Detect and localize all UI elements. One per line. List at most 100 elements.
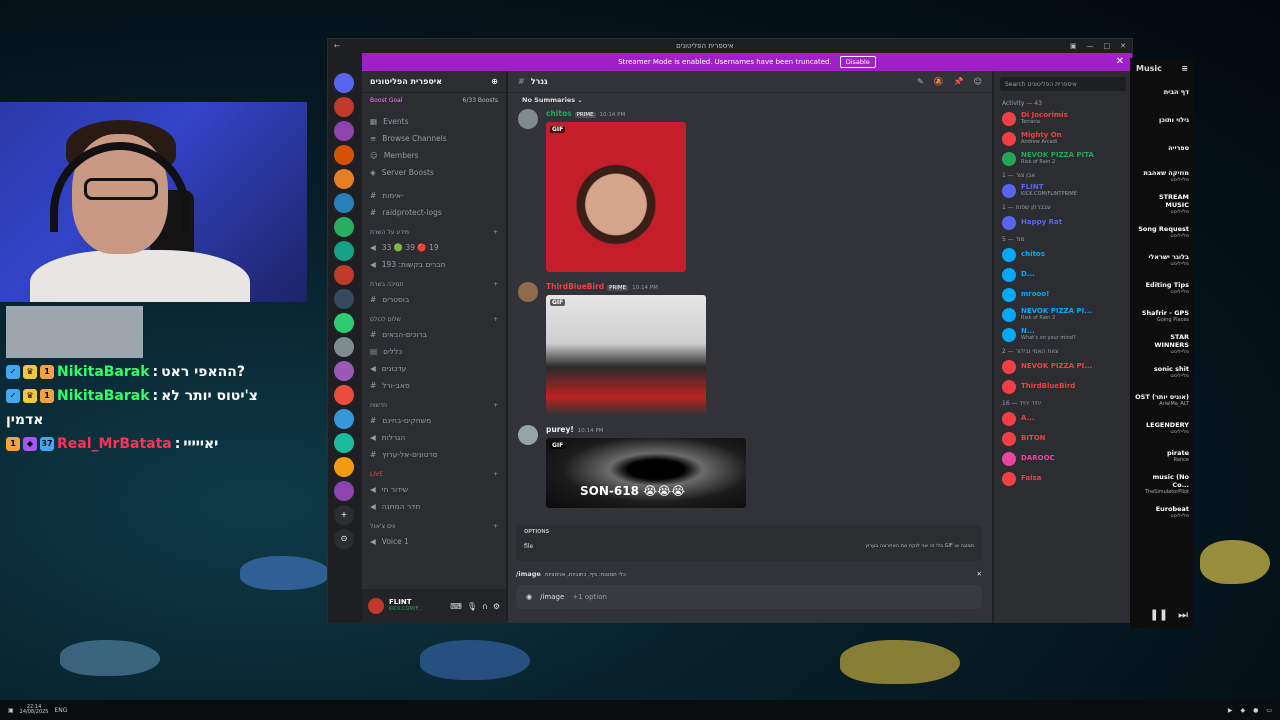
- playlist-item[interactable]: sonic shit פלייליסט: [1130, 358, 1194, 386]
- member-row[interactable]: FLINT KICK.COM/FLINTPRIME: [994, 181, 1132, 201]
- channel-item[interactable]: ◀ עדכונים: [362, 360, 506, 377]
- pin-icon[interactable]: 📌: [954, 77, 964, 86]
- server-icon[interactable]: [334, 289, 354, 309]
- menu-icon[interactable]: ≡: [1181, 64, 1188, 73]
- category[interactable]: שלום לכולם +: [362, 312, 506, 326]
- channel-item[interactable]: ◀ שידור חי: [362, 481, 506, 498]
- member-row[interactable]: NEVOK PIZZA PI...: [994, 357, 1132, 377]
- nav-browse[interactable]: ≡ Browse Channels: [362, 130, 506, 147]
- headphone-icon[interactable]: ∩: [482, 602, 488, 611]
- category[interactable]: חדשות +: [362, 398, 506, 412]
- playlist-item[interactable]: Eurobeat פלייליסט: [1130, 498, 1194, 526]
- plus-icon[interactable]: +: [493, 523, 498, 530]
- category[interactable]: מידע על השרת +: [362, 225, 506, 239]
- server-icon[interactable]: [334, 265, 354, 285]
- server-icon[interactable]: [334, 337, 354, 357]
- threads-icon[interactable]: ✎: [917, 77, 924, 86]
- server-icon[interactable]: [334, 433, 354, 453]
- gear-icon[interactable]: ⚙: [493, 602, 500, 611]
- boost-goal[interactable]: Boost Goal 6/33 Boosts: [362, 93, 506, 107]
- add-member-icon[interactable]: ⊕: [491, 77, 498, 86]
- discover-icon[interactable]: ⊙: [334, 529, 354, 549]
- playlist-item[interactable]: Song Request פלייליסט: [1130, 218, 1194, 246]
- server-icon[interactable]: [334, 217, 354, 237]
- maximize-icon[interactable]: □: [1103, 42, 1110, 50]
- close-icon[interactable]: ✕: [1116, 56, 1124, 67]
- activity-header[interactable]: Activity — 43: [994, 97, 1132, 109]
- add-server-icon[interactable]: +: [334, 505, 354, 525]
- member-row[interactable]: NEVOK PIZZA PITA Risk of Rain 2: [994, 149, 1132, 169]
- channel-item[interactable]: # אימות-: [362, 187, 506, 204]
- app-icon[interactable]: ▶: [1228, 707, 1233, 714]
- summaries-dropdown[interactable]: No Summaries ⌄: [508, 93, 992, 107]
- playlist-item[interactable]: Shafrir - GPS Going Places: [1130, 302, 1194, 330]
- server-icon[interactable]: [334, 97, 354, 117]
- nav-events[interactable]: ▦ Events: [362, 113, 506, 130]
- member-row[interactable]: Di Jocorimis Terraria: [994, 109, 1132, 129]
- next-icon[interactable]: ⏭: [1178, 608, 1188, 622]
- member-row[interactable]: BITON: [994, 429, 1132, 449]
- minimize-icon[interactable]: —: [1086, 42, 1093, 50]
- member-row[interactable]: chitos: [994, 245, 1132, 265]
- playlist-item[interactable]: מוזיקה שאהבת פלייליסט: [1130, 162, 1194, 190]
- member-row[interactable]: ThirdBlueBird: [994, 377, 1132, 397]
- channel-item[interactable]: # משחקים-בחינם: [362, 412, 506, 429]
- server-icon[interactable]: [334, 73, 354, 93]
- gif-image[interactable]: GIF: [546, 295, 706, 415]
- mic-icon[interactable]: 🎙: [467, 602, 477, 611]
- channel-item[interactable]: # סרטונים-אל-ערוץ: [362, 446, 506, 463]
- app-icon[interactable]: ◆: [1240, 707, 1245, 714]
- playlist-item[interactable]: STREAM MUSIC פלייליסט: [1130, 190, 1194, 218]
- playlist-item[interactable]: ספרייה: [1130, 134, 1194, 162]
- plus-icon[interactable]: +: [493, 402, 498, 409]
- app-icon[interactable]: ●: [1253, 707, 1258, 714]
- member-row[interactable]: NEVOK PIZZA PI... Risk of Rain 2: [994, 305, 1132, 325]
- channel-item[interactable]: ◀ 33 🟢 39 🔴 19: [362, 239, 506, 256]
- server-icon[interactable]: [334, 409, 354, 429]
- playlist-item[interactable]: דף הבית: [1130, 78, 1194, 106]
- channel-item[interactable]: ◀ חדר המתנה: [362, 498, 506, 515]
- server-icon[interactable]: [334, 145, 354, 165]
- plus-icon[interactable]: +: [493, 316, 498, 323]
- gif-image[interactable]: GIF: [546, 122, 686, 272]
- back-icon[interactable]: ←: [334, 42, 340, 50]
- playlist-item[interactable]: STAR WINNERS פלייליסט: [1130, 330, 1194, 358]
- nav-boosts[interactable]: ◈ Server Boosts: [362, 164, 506, 181]
- server-icon[interactable]: [334, 385, 354, 405]
- category[interactable]: תמיכה בשרת +: [362, 277, 506, 291]
- server-icon[interactable]: [334, 457, 354, 477]
- category[interactable]: LIVE +: [362, 467, 506, 481]
- server-icon[interactable]: [334, 313, 354, 333]
- server-icon[interactable]: [334, 481, 354, 501]
- close-icon[interactable]: ✕: [977, 570, 982, 578]
- playlist-item[interactable]: music (No Co... TheSimulatorPilot: [1130, 470, 1194, 498]
- command-name[interactable]: /image: [516, 570, 541, 578]
- member-row[interactable]: DAROOC: [994, 449, 1132, 469]
- member-row[interactable]: Faisa: [994, 469, 1132, 489]
- server-header[interactable]: איספרית הפליטונים ⊕: [362, 71, 506, 93]
- start-icon[interactable]: ▣: [8, 707, 14, 714]
- plus-icon[interactable]: +: [493, 229, 498, 236]
- gif-image[interactable]: GIF SON-618 😭😭😭: [546, 438, 746, 508]
- nav-members[interactable]: ☺ Members: [362, 147, 506, 164]
- channel-item[interactable]: # סאב-ורל: [362, 377, 506, 394]
- message-author[interactable]: purey!: [546, 425, 574, 434]
- category[interactable]: ווים צ'אנל +: [362, 519, 506, 533]
- message-author[interactable]: ThirdBlueBird: [546, 282, 604, 291]
- playlist-item[interactable]: LEGENDERY פלייליסט: [1130, 414, 1194, 442]
- server-icon[interactable]: [334, 193, 354, 213]
- members-icon[interactable]: ☺: [974, 77, 982, 86]
- close-icon[interactable]: ✕: [1120, 42, 1126, 50]
- mute-icon[interactable]: 🔕: [934, 77, 944, 86]
- member-row[interactable]: N... What's on your mind?: [994, 325, 1132, 345]
- avatar[interactable]: [518, 109, 538, 129]
- server-icon[interactable]: [334, 169, 354, 189]
- gamepad-icon[interactable]: ⌨: [450, 602, 462, 611]
- playlist-item[interactable]: pirate Rance: [1130, 442, 1194, 470]
- option-file[interactable]: file: [524, 543, 533, 550]
- plus-icon[interactable]: +: [493, 281, 498, 288]
- pause-icon[interactable]: ❚❚: [1150, 608, 1168, 622]
- member-row[interactable]: Happy Rat: [994, 213, 1132, 233]
- playlist-item[interactable]: גילוי ותוכן: [1130, 106, 1194, 134]
- playlist-item[interactable]: בלוגר ישראלי פלייליסט: [1130, 246, 1194, 274]
